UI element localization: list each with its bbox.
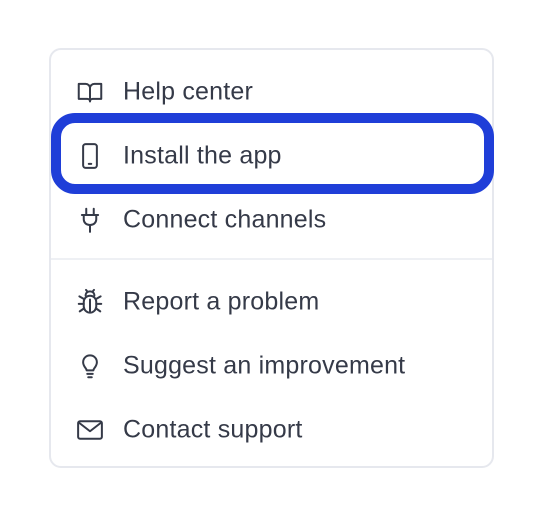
menu-item-suggest-improvement[interactable]: Suggest an improvement [51,344,492,388]
menu-item-install-app[interactable]: Install the app [51,134,492,178]
menu-item-connect-channels[interactable]: Connect channels [51,198,492,242]
menu-item-label: Help center [123,77,254,106]
lightbulb-icon [75,351,105,381]
menu-item-report-problem[interactable]: Report a problem [51,280,492,324]
help-menu: Help center Install the app Connect chan… [49,48,494,468]
envelope-icon [75,415,105,445]
menu-item-label: Connect channels [123,205,327,234]
menu-item-label: Contact support [123,415,303,444]
menu-item-help-center[interactable]: Help center [51,70,492,114]
mobile-device-icon [75,141,105,171]
menu-item-label: Report a problem [123,287,320,316]
bug-icon [75,287,105,317]
menu-item-label: Suggest an improvement [123,351,406,380]
menu-item-label: Install the app [123,141,282,170]
menu-divider [51,258,492,260]
menu-item-contact-support[interactable]: Contact support [51,408,492,452]
book-open-icon [75,77,105,107]
plug-icon [75,205,105,235]
